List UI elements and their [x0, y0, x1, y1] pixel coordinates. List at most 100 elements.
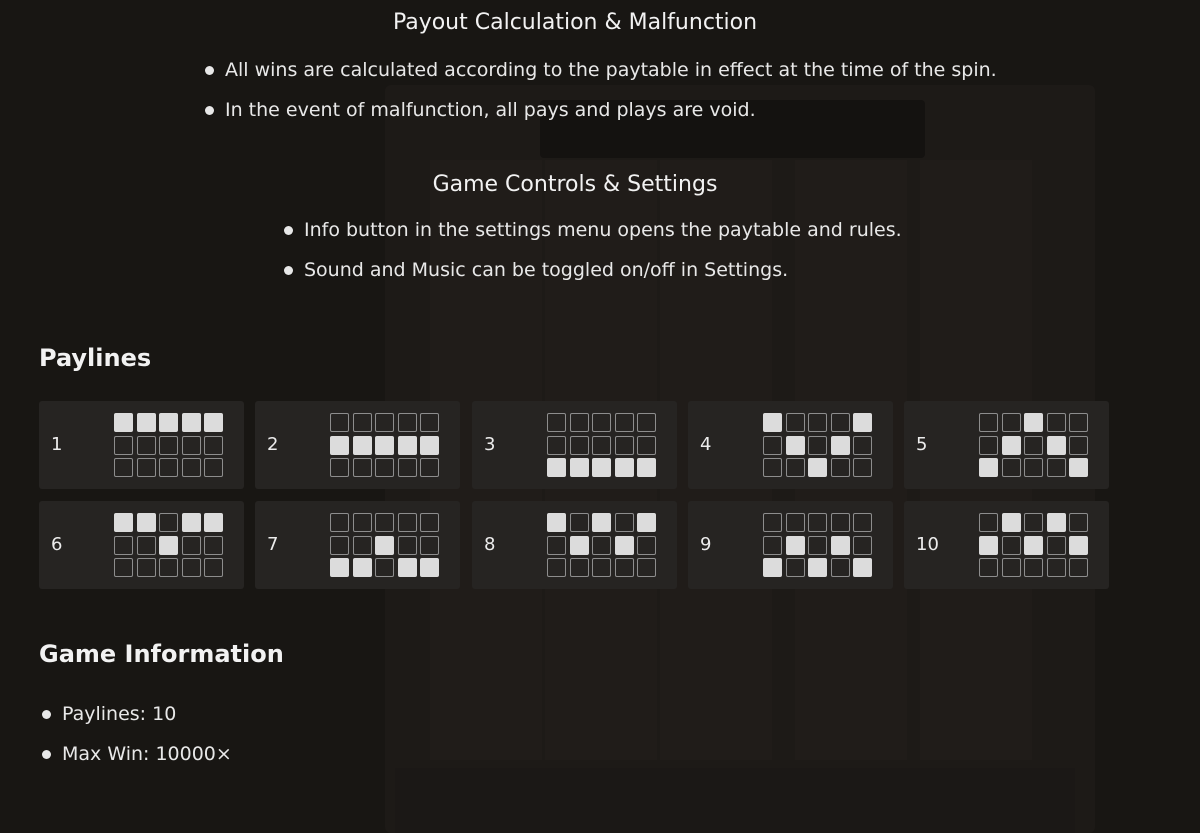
payline-card-10: 10	[904, 501, 1109, 589]
payline-cell-active	[569, 458, 589, 477]
payline-cell	[1024, 435, 1043, 455]
payline-cell	[204, 558, 223, 577]
payout-bullet-list: All wins are calculated according to the…	[205, 57, 997, 137]
payline-cell-active	[637, 513, 656, 532]
payline-cell	[637, 558, 656, 577]
payline-pattern	[114, 513, 226, 579]
payline-cell	[375, 413, 394, 432]
payline-cell	[1024, 558, 1043, 577]
payline-cell	[420, 413, 439, 432]
payline-cell-active	[330, 435, 349, 455]
payline-cell	[614, 513, 634, 532]
payline-pattern	[330, 413, 442, 479]
payline-cell	[763, 458, 782, 477]
payline-number: 2	[267, 434, 279, 455]
payline-number: 9	[700, 534, 712, 555]
payline-cell	[1046, 535, 1066, 555]
payline-cell-active	[547, 513, 566, 532]
payline-cell	[979, 435, 998, 455]
payline-cell	[420, 535, 439, 555]
payline-cell	[808, 535, 827, 555]
payline-cell	[979, 513, 998, 532]
payline-cell	[614, 558, 634, 577]
payline-cell-active	[420, 435, 439, 455]
bullet-text: In the event of malfunction, all pays an…	[225, 99, 756, 121]
payline-cell	[1001, 413, 1021, 432]
payline-cell-active	[853, 413, 872, 432]
payline-cell	[136, 535, 156, 555]
payline-cell	[830, 513, 850, 532]
payline-cell	[352, 535, 372, 555]
payline-cell	[114, 535, 133, 555]
payline-pattern	[979, 413, 1091, 479]
payline-pattern	[763, 413, 875, 479]
payline-cell	[397, 458, 417, 477]
payline-cell-active	[808, 558, 827, 577]
payline-pattern	[547, 513, 659, 579]
list-item: Max Win: 10000×	[42, 741, 232, 781]
payline-card-1: 1	[39, 401, 244, 489]
payline-cell-active	[330, 558, 349, 577]
payline-cell-active	[159, 413, 178, 432]
payline-cell-active	[830, 435, 850, 455]
payline-cell	[330, 535, 349, 555]
payline-cell	[637, 435, 656, 455]
payline-number: 5	[916, 434, 928, 455]
payline-cell-active	[808, 458, 827, 477]
payline-cell	[159, 513, 178, 532]
payline-pattern	[763, 513, 875, 579]
payline-cell	[763, 513, 782, 532]
payline-cell-active	[181, 413, 201, 432]
payline-cell-active	[1024, 535, 1043, 555]
payline-cell	[159, 558, 178, 577]
payline-cell	[136, 435, 156, 455]
payline-cell	[114, 435, 133, 455]
payline-cell	[830, 558, 850, 577]
payline-cell	[1024, 458, 1043, 477]
payline-cell	[1069, 435, 1088, 455]
bullet-text: Paylines: 10	[62, 703, 177, 725]
payline-pattern	[114, 413, 226, 479]
payline-cell-active	[1001, 513, 1021, 532]
payline-cell	[1069, 558, 1088, 577]
payline-cell-active	[853, 558, 872, 577]
bullet-text: Info button in the settings menu opens t…	[304, 219, 902, 241]
bullet-icon	[284, 226, 293, 235]
payline-pattern	[979, 513, 1091, 579]
payline-cell-active	[397, 435, 417, 455]
payline-cell	[181, 458, 201, 477]
payline-cell-active	[763, 413, 782, 432]
payline-cell	[785, 513, 805, 532]
payline-pattern	[330, 513, 442, 579]
payline-cell-active	[1046, 513, 1066, 532]
payline-cell	[204, 458, 223, 477]
payline-cell-active	[614, 535, 634, 555]
payline-cell-active	[979, 458, 998, 477]
payline-cell	[785, 458, 805, 477]
payline-card-5: 5	[904, 401, 1109, 489]
payline-cell	[114, 558, 133, 577]
payline-cell-active	[1069, 535, 1088, 555]
payline-cell	[330, 513, 349, 532]
payline-cell-active	[592, 513, 611, 532]
payline-cell	[785, 558, 805, 577]
payline-number: 3	[484, 434, 496, 455]
bullet-icon	[205, 106, 214, 115]
payline-cell-active	[785, 535, 805, 555]
payline-cell-active	[830, 535, 850, 555]
bullet-text: Max Win: 10000×	[62, 743, 232, 765]
payline-cell-active	[114, 513, 133, 532]
payline-cell-active	[785, 435, 805, 455]
payline-cell-active	[114, 413, 133, 432]
payline-cell	[547, 413, 566, 432]
payline-cell	[1001, 558, 1021, 577]
payline-cell	[1046, 458, 1066, 477]
payline-cell	[547, 435, 566, 455]
bullet-icon	[205, 66, 214, 75]
payline-cell	[1001, 458, 1021, 477]
payline-cell-active	[763, 558, 782, 577]
payline-cell	[614, 413, 634, 432]
payline-cell	[569, 513, 589, 532]
payline-number: 1	[51, 434, 63, 455]
payline-cell	[979, 558, 998, 577]
